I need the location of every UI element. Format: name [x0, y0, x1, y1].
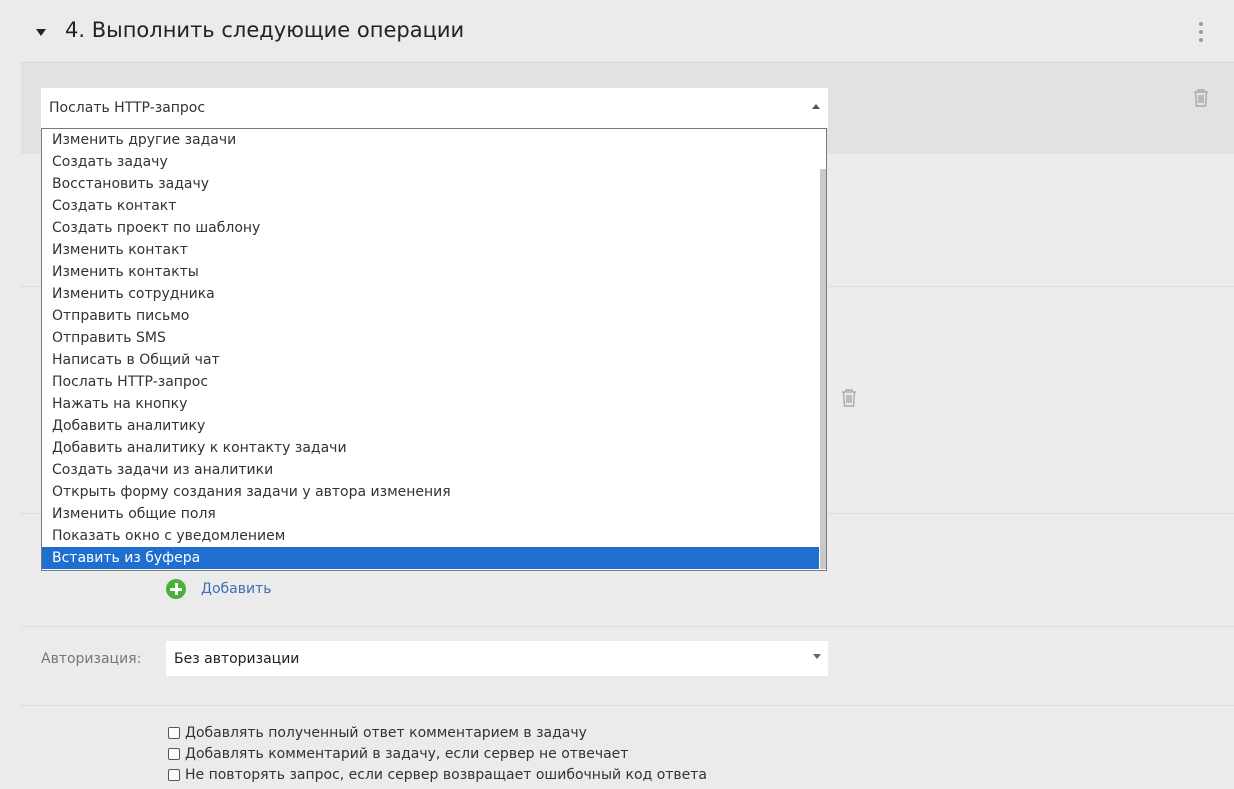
- divider: [21, 705, 1234, 706]
- dropdown-option[interactable]: Создать контакт: [42, 195, 819, 217]
- dropdown-option[interactable]: Создать проект по шаблону: [42, 217, 819, 239]
- auth-select-value: Без авторизации: [174, 651, 300, 667]
- operation-dropdown[interactable]: Изменить другие задачи Создать задачу Восс…: [41, 128, 827, 571]
- add-label: Добавить: [201, 581, 272, 597]
- more-options-icon[interactable]: [1196, 22, 1206, 44]
- divider: [21, 626, 1234, 627]
- chevron-down-icon: [813, 654, 821, 659]
- dropdown-option[interactable]: Создать задачи из аналитики: [42, 459, 819, 481]
- collapse-caret-icon[interactable]: [36, 29, 46, 36]
- dropdown-option[interactable]: Добавить аналитику: [42, 415, 819, 437]
- dropdown-option[interactable]: Отправить SMS: [42, 327, 819, 349]
- checkbox[interactable]: [168, 768, 180, 781]
- checkbox[interactable]: [168, 747, 180, 760]
- options-group: Добавлять полученный ответ комментарием …: [168, 722, 707, 785]
- dropdown-scrollbar[interactable]: [820, 169, 826, 569]
- dropdown-option[interactable]: Показать окно с уведомлением: [42, 525, 819, 547]
- dropdown-option[interactable]: Послать HTTP-запрос: [42, 371, 819, 393]
- dropdown-option[interactable]: Изменить другие задачи: [42, 129, 819, 151]
- dropdown-option[interactable]: Восстановить задачу: [42, 173, 819, 195]
- dropdown-option[interactable]: Создать задачу: [42, 151, 819, 173]
- option-row[interactable]: Не повторять запрос, если сервер возвращ…: [168, 764, 707, 785]
- dropdown-option[interactable]: Добавить аналитику к контакту задачи: [42, 437, 819, 459]
- dropdown-list: Изменить другие задачи Создать задачу Восс…: [42, 129, 819, 569]
- operation-select[interactable]: Послать HTTP-запрос: [41, 88, 828, 128]
- chevron-up-icon: [812, 104, 820, 109]
- dropdown-option[interactable]: Написать в Общий чат: [42, 349, 819, 371]
- section-header: 4. Выполнить следующие операции: [0, 0, 1234, 62]
- auth-label: Авторизация:: [41, 651, 142, 667]
- option-label: Добавлять полученный ответ комментарием …: [185, 724, 587, 741]
- dropdown-option[interactable]: Изменить контакт: [42, 239, 819, 261]
- option-label: Не повторять запрос, если сервер возвращ…: [185, 766, 708, 783]
- checkbox[interactable]: [168, 726, 180, 739]
- delete-param-trash-icon[interactable]: [840, 388, 858, 412]
- option-row[interactable]: Добавлять полученный ответ комментарием …: [168, 722, 707, 743]
- dropdown-option[interactable]: Вставить из буфера: [42, 547, 819, 569]
- auth-select[interactable]: Без авторизации: [166, 641, 828, 676]
- option-row[interactable]: Добавлять комментарий в задачу, если сер…: [168, 743, 707, 764]
- section-title: 4. Выполнить следующие операции: [65, 18, 465, 42]
- operation-select-value: Послать HTTP-запрос: [49, 100, 206, 116]
- add-param-button[interactable]: Добавить: [166, 579, 271, 599]
- dropdown-option[interactable]: Открыть форму создания задачи у автора и…: [42, 481, 819, 503]
- dropdown-option[interactable]: Отправить письмо: [42, 305, 819, 327]
- option-label: Добавлять комментарий в задачу, если сер…: [185, 745, 629, 762]
- dropdown-option[interactable]: Изменить контакты: [42, 261, 819, 283]
- dropdown-option[interactable]: Нажать на кнопку: [42, 393, 819, 415]
- add-plus-icon: [166, 579, 186, 599]
- dropdown-option[interactable]: Изменить сотрудника: [42, 283, 819, 305]
- dropdown-option[interactable]: Изменить общие поля: [42, 503, 819, 525]
- delete-operation-trash-icon[interactable]: [1192, 88, 1210, 112]
